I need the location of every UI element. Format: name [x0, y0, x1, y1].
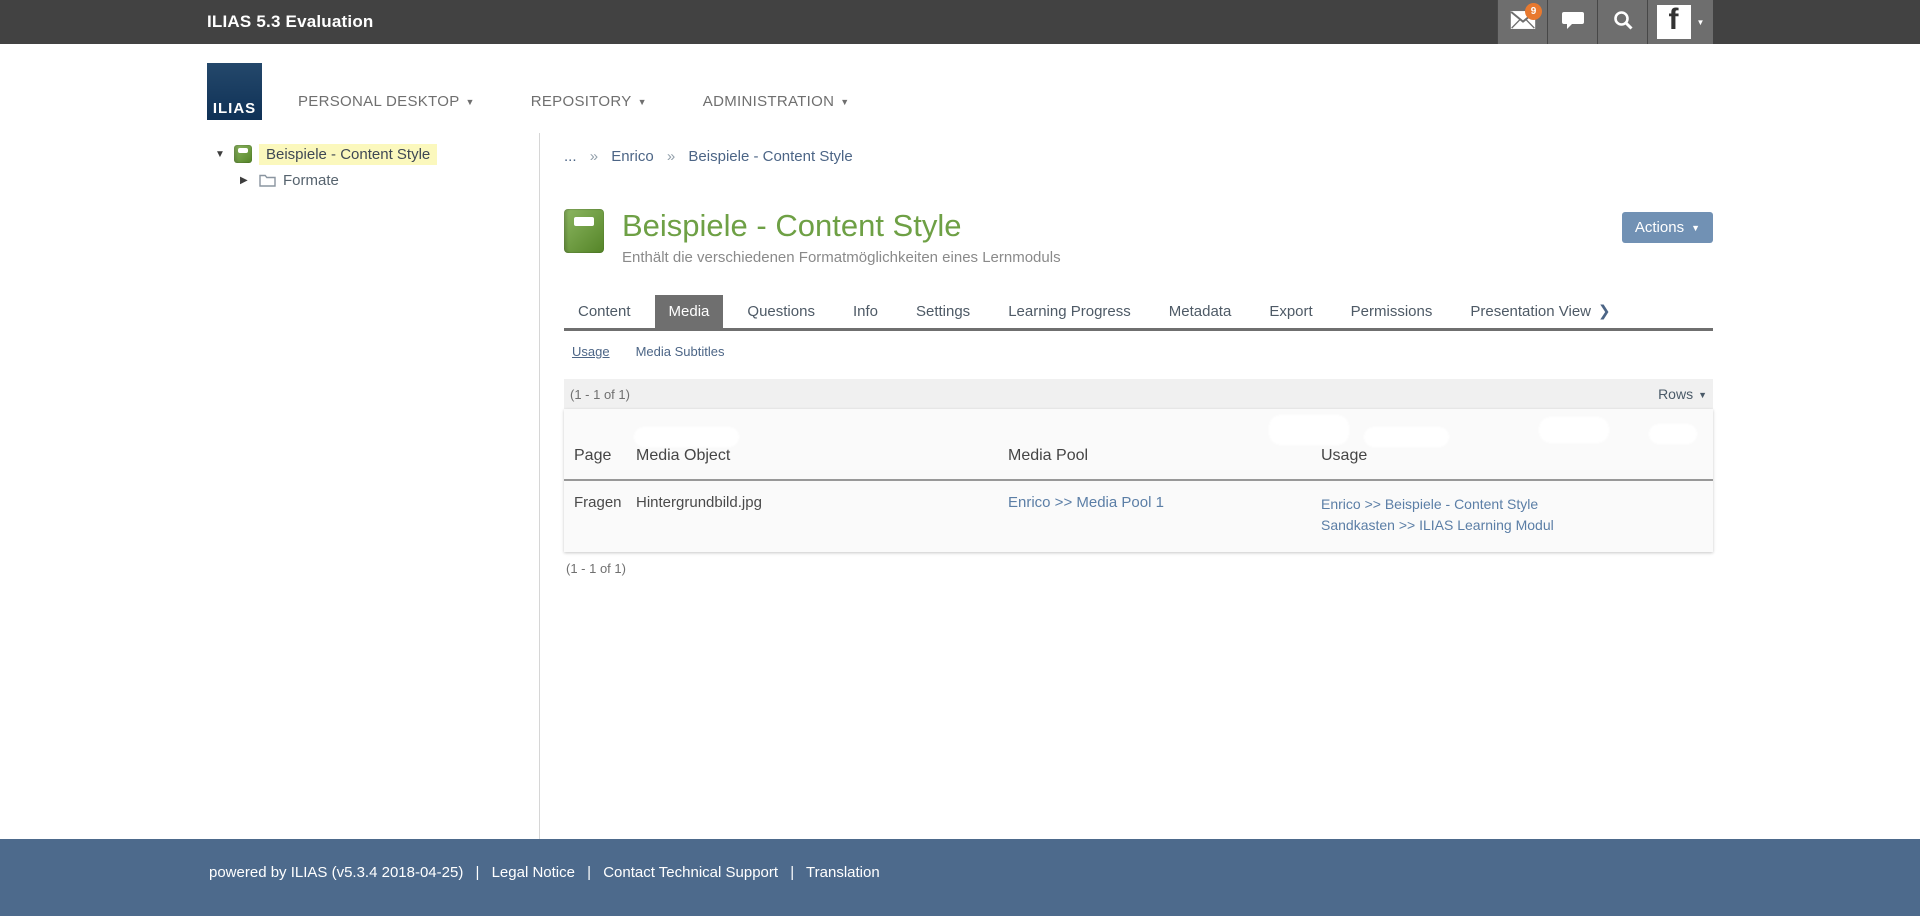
tree-expand-icon[interactable]: ▶	[240, 175, 256, 186]
caret-down-icon: ▼	[840, 97, 849, 107]
tab-presentation-view[interactable]: Presentation View❯	[1456, 294, 1624, 328]
nav-personal-desktop[interactable]: PERSONAL DESKTOP▼	[298, 93, 475, 110]
contact-support-link[interactable]: Contact Technical Support	[603, 864, 778, 881]
tab-metadata[interactable]: Metadata	[1155, 295, 1246, 328]
column-header-media-object: Media Object	[636, 447, 1008, 465]
tab-content[interactable]: Content	[564, 295, 645, 328]
breadcrumb-link-current[interactable]: Beispiele - Content Style	[688, 148, 852, 165]
user-menu-button[interactable]: f ▼	[1647, 0, 1713, 44]
tab-settings[interactable]: Settings	[902, 295, 984, 328]
chevron-right-icon: ❯	[1598, 303, 1611, 320]
rows-dropdown[interactable]: Rows▼	[1658, 386, 1707, 402]
caret-down-icon: ▼	[1698, 390, 1707, 400]
tab-questions[interactable]: Questions	[733, 295, 829, 328]
tree-item-label[interactable]: Formate	[283, 172, 339, 189]
redaction-blob	[1539, 417, 1609, 443]
main-nav: PERSONAL DESKTOP▼ REPOSITORY▼ ADMINISTRA…	[298, 93, 849, 110]
redaction-blob	[1269, 415, 1349, 445]
subtab-media-subtitles[interactable]: Media Subtitles	[636, 344, 725, 359]
footer-separator: |	[476, 864, 480, 881]
mail-button[interactable]: 9	[1497, 0, 1547, 44]
table-navigation-bar: (1 - 1 of 1) Rows▼	[564, 379, 1713, 409]
nav-repository[interactable]: REPOSITORY▼	[531, 93, 647, 110]
top-bar: ILIAS 5.3 Evaluation 9	[0, 0, 1920, 44]
tree-collapse-icon[interactable]: ▼	[215, 149, 231, 160]
column-header-usage: Usage	[1321, 447, 1713, 465]
breadcrumb: ... » Enrico » Beispiele - Content Style	[564, 148, 1713, 165]
media-usage-table: Page Media Object Media Pool Usage Frage…	[564, 409, 1713, 552]
page-title: Beispiele - Content Style	[622, 209, 1061, 243]
content-area: ... » Enrico » Beispiele - Content Style…	[540, 133, 1713, 839]
chat-button[interactable]	[1547, 0, 1597, 44]
table-header-row: Page Media Object Media Pool Usage	[564, 447, 1713, 481]
app-title: ILIAS 5.3 Evaluation	[207, 12, 374, 32]
chat-icon	[1561, 10, 1585, 35]
ilias-logo[interactable]: ILIAS	[207, 63, 262, 120]
breadcrumb-link-enrico[interactable]: Enrico	[611, 148, 654, 165]
page-title-block: Beispiele - Content Style Enthält die ve…	[564, 209, 1713, 266]
redaction-blob	[1364, 427, 1449, 447]
usage-link-2[interactable]: Sandkasten >> ILIAS Learning Modul	[1321, 515, 1713, 536]
cell-media-object: Hintergrundbild.jpg	[636, 494, 1008, 536]
avatar: f	[1657, 5, 1691, 39]
tab-permissions[interactable]: Permissions	[1337, 295, 1447, 328]
topbar-icon-group: 9 f ▼	[1497, 0, 1713, 44]
tree-item-formate: ▶ Formate	[207, 167, 539, 193]
page-description: Enthält die verschiedenen Formatmöglichk…	[622, 249, 1061, 266]
repository-tree: ▼ Beispiele - Content Style ▶ Formate	[207, 133, 540, 839]
mail-count-badge: 9	[1525, 3, 1542, 20]
powered-by-link[interactable]: powered by ILIAS (v5.3.4 2018-04-25)	[209, 864, 463, 881]
search-button[interactable]	[1597, 0, 1647, 44]
main-area: ▼ Beispiele - Content Style ▶ Formate ..…	[207, 133, 1713, 839]
chevron-down-icon: ▼	[1697, 18, 1705, 27]
folder-icon	[259, 173, 276, 187]
footer: powered by ILIAS (v5.3.4 2018-04-25) | L…	[0, 839, 1920, 916]
tab-media[interactable]: Media	[655, 295, 724, 328]
column-header-media-pool: Media Pool	[1008, 447, 1321, 465]
logo-label: ILIAS	[207, 100, 262, 117]
learning-module-icon-large	[564, 209, 604, 253]
tab-learning-progress[interactable]: Learning Progress	[994, 295, 1145, 328]
table-row: Fragen Hintergrundbild.jpg Enrico >> Med…	[564, 481, 1713, 552]
tree-item-beispiele: ▼ Beispiele - Content Style	[207, 141, 539, 167]
nav-administration[interactable]: ADMINISTRATION▼	[703, 93, 850, 110]
legal-notice-link[interactable]: Legal Notice	[492, 864, 575, 881]
tab-export[interactable]: Export	[1255, 295, 1326, 328]
footer-separator: |	[587, 864, 591, 881]
subtab-usage[interactable]: Usage	[572, 344, 610, 359]
tab-bar: Content Media Questions Info Settings Le…	[564, 294, 1713, 331]
tree-item-label[interactable]: Beispiele - Content Style	[259, 144, 437, 165]
search-icon	[1612, 9, 1634, 36]
translation-link[interactable]: Translation	[806, 864, 880, 881]
media-pool-link[interactable]: Enrico >> Media Pool 1	[1008, 494, 1164, 511]
learning-module-icon	[234, 145, 252, 163]
caret-down-icon: ▼	[638, 97, 647, 107]
breadcrumb-separator: »	[667, 148, 675, 165]
result-range-top: (1 - 1 of 1)	[570, 387, 630, 402]
usage-link-1[interactable]: Enrico >> Beispiele - Content Style	[1321, 494, 1713, 515]
actions-button[interactable]: Actions▼	[1622, 212, 1713, 243]
redaction-blob	[1649, 424, 1697, 444]
redaction-blob	[634, 427, 739, 447]
breadcrumb-separator: »	[590, 148, 598, 165]
caret-down-icon: ▼	[1691, 223, 1700, 233]
cell-page: Fragen	[574, 494, 636, 536]
tab-info[interactable]: Info	[839, 295, 892, 328]
result-range-bottom: (1 - 1 of 1)	[564, 561, 1713, 576]
breadcrumb-ellipsis-link[interactable]: ...	[564, 148, 577, 165]
column-header-page: Page	[574, 447, 636, 465]
subtab-bar: Usage Media Subtitles	[564, 331, 1713, 369]
footer-separator: |	[790, 864, 794, 881]
caret-down-icon: ▼	[466, 97, 475, 107]
main-header: ILIAS PERSONAL DESKTOP▼ REPOSITORY▼ ADMI…	[0, 44, 1920, 133]
